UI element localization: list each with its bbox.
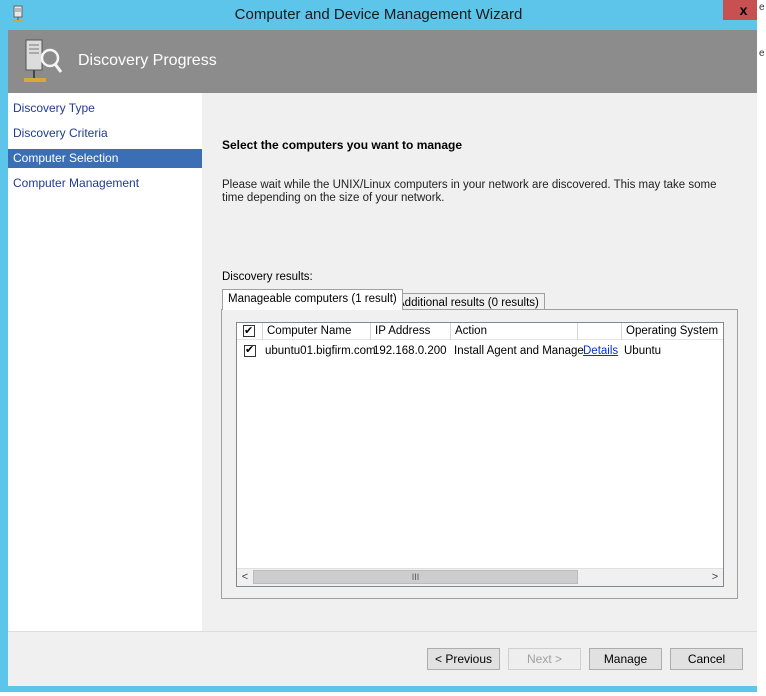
cancel-button[interactable]: Cancel xyxy=(670,648,743,670)
column-header-action[interactable]: Action xyxy=(451,323,578,340)
next-button[interactable]: Next > xyxy=(508,648,581,670)
close-icon: x xyxy=(739,2,748,18)
cell-action: Install Agent and Manage xyxy=(454,345,584,357)
edge-text: e xyxy=(759,48,765,59)
tab-panel: Computer Name IP Address Action Operatin… xyxy=(221,309,738,599)
nav-item-computer-management[interactable]: Computer Management xyxy=(8,174,202,193)
select-all-checkbox[interactable] xyxy=(243,323,255,340)
edge-text: e xyxy=(759,2,765,13)
details-link[interactable]: Details xyxy=(583,343,618,360)
cell-computer-name: ubuntu01.bigfirm.com xyxy=(265,345,376,357)
section-description: Please wait while the UNIX/Linux compute… xyxy=(222,179,717,204)
nav-item-discovery-criteria[interactable]: Discovery Criteria xyxy=(8,124,202,143)
nav-item-computer-selection[interactable]: Computer Selection xyxy=(8,149,202,168)
scroll-left-icon[interactable]: < xyxy=(237,569,253,586)
nav-item-discovery-type[interactable]: Discovery Type xyxy=(8,99,202,118)
select-all-header[interactable] xyxy=(237,323,263,340)
wizard-client: Discovery Progress Discovery Type Discov… xyxy=(8,30,757,686)
wizard-window: Computer and Device Management Wizard x … xyxy=(0,0,764,692)
footer-divider xyxy=(8,631,757,632)
column-header-operating-system[interactable]: Operating System xyxy=(622,323,723,340)
window-title: Computer and Device Management Wizard xyxy=(234,6,523,23)
page-title: Discovery Progress xyxy=(78,52,217,69)
title-bar[interactable]: Computer and Device Management Wizard x xyxy=(0,0,764,30)
results-label: Discovery results: xyxy=(222,271,313,283)
column-header-details[interactable] xyxy=(578,323,622,340)
scroll-thumb[interactable]: III xyxy=(253,570,578,584)
tab-manageable-computers[interactable]: Manageable computers (1 result) xyxy=(222,289,403,310)
column-header-computer-name[interactable]: Computer Name xyxy=(263,323,371,340)
computers-list[interactable]: Computer Name IP Address Action Operatin… xyxy=(236,322,724,587)
section-heading: Select the computers you want to manage xyxy=(222,138,463,152)
horizontal-scrollbar[interactable]: < III > xyxy=(237,568,723,586)
manage-button[interactable]: Manage xyxy=(589,648,662,670)
previous-button[interactable]: < Previous xyxy=(427,648,500,670)
background-window-edge: e e xyxy=(757,0,766,696)
cell-ip-address: 192.168.0.200 xyxy=(373,345,447,357)
wizard-nav: Discovery Type Discovery Criteria Comput… xyxy=(8,93,202,631)
discovery-magnifier-icon xyxy=(24,39,63,82)
column-header-ip-address[interactable]: IP Address xyxy=(371,323,451,340)
wizard-content: Select the computers you want to manage … xyxy=(202,93,757,631)
cell-operating-system: Ubuntu xyxy=(624,345,662,357)
row-checkbox[interactable] xyxy=(244,343,256,357)
scroll-right-icon[interactable]: > xyxy=(707,569,723,586)
wizard-header: Discovery Progress xyxy=(8,30,757,93)
